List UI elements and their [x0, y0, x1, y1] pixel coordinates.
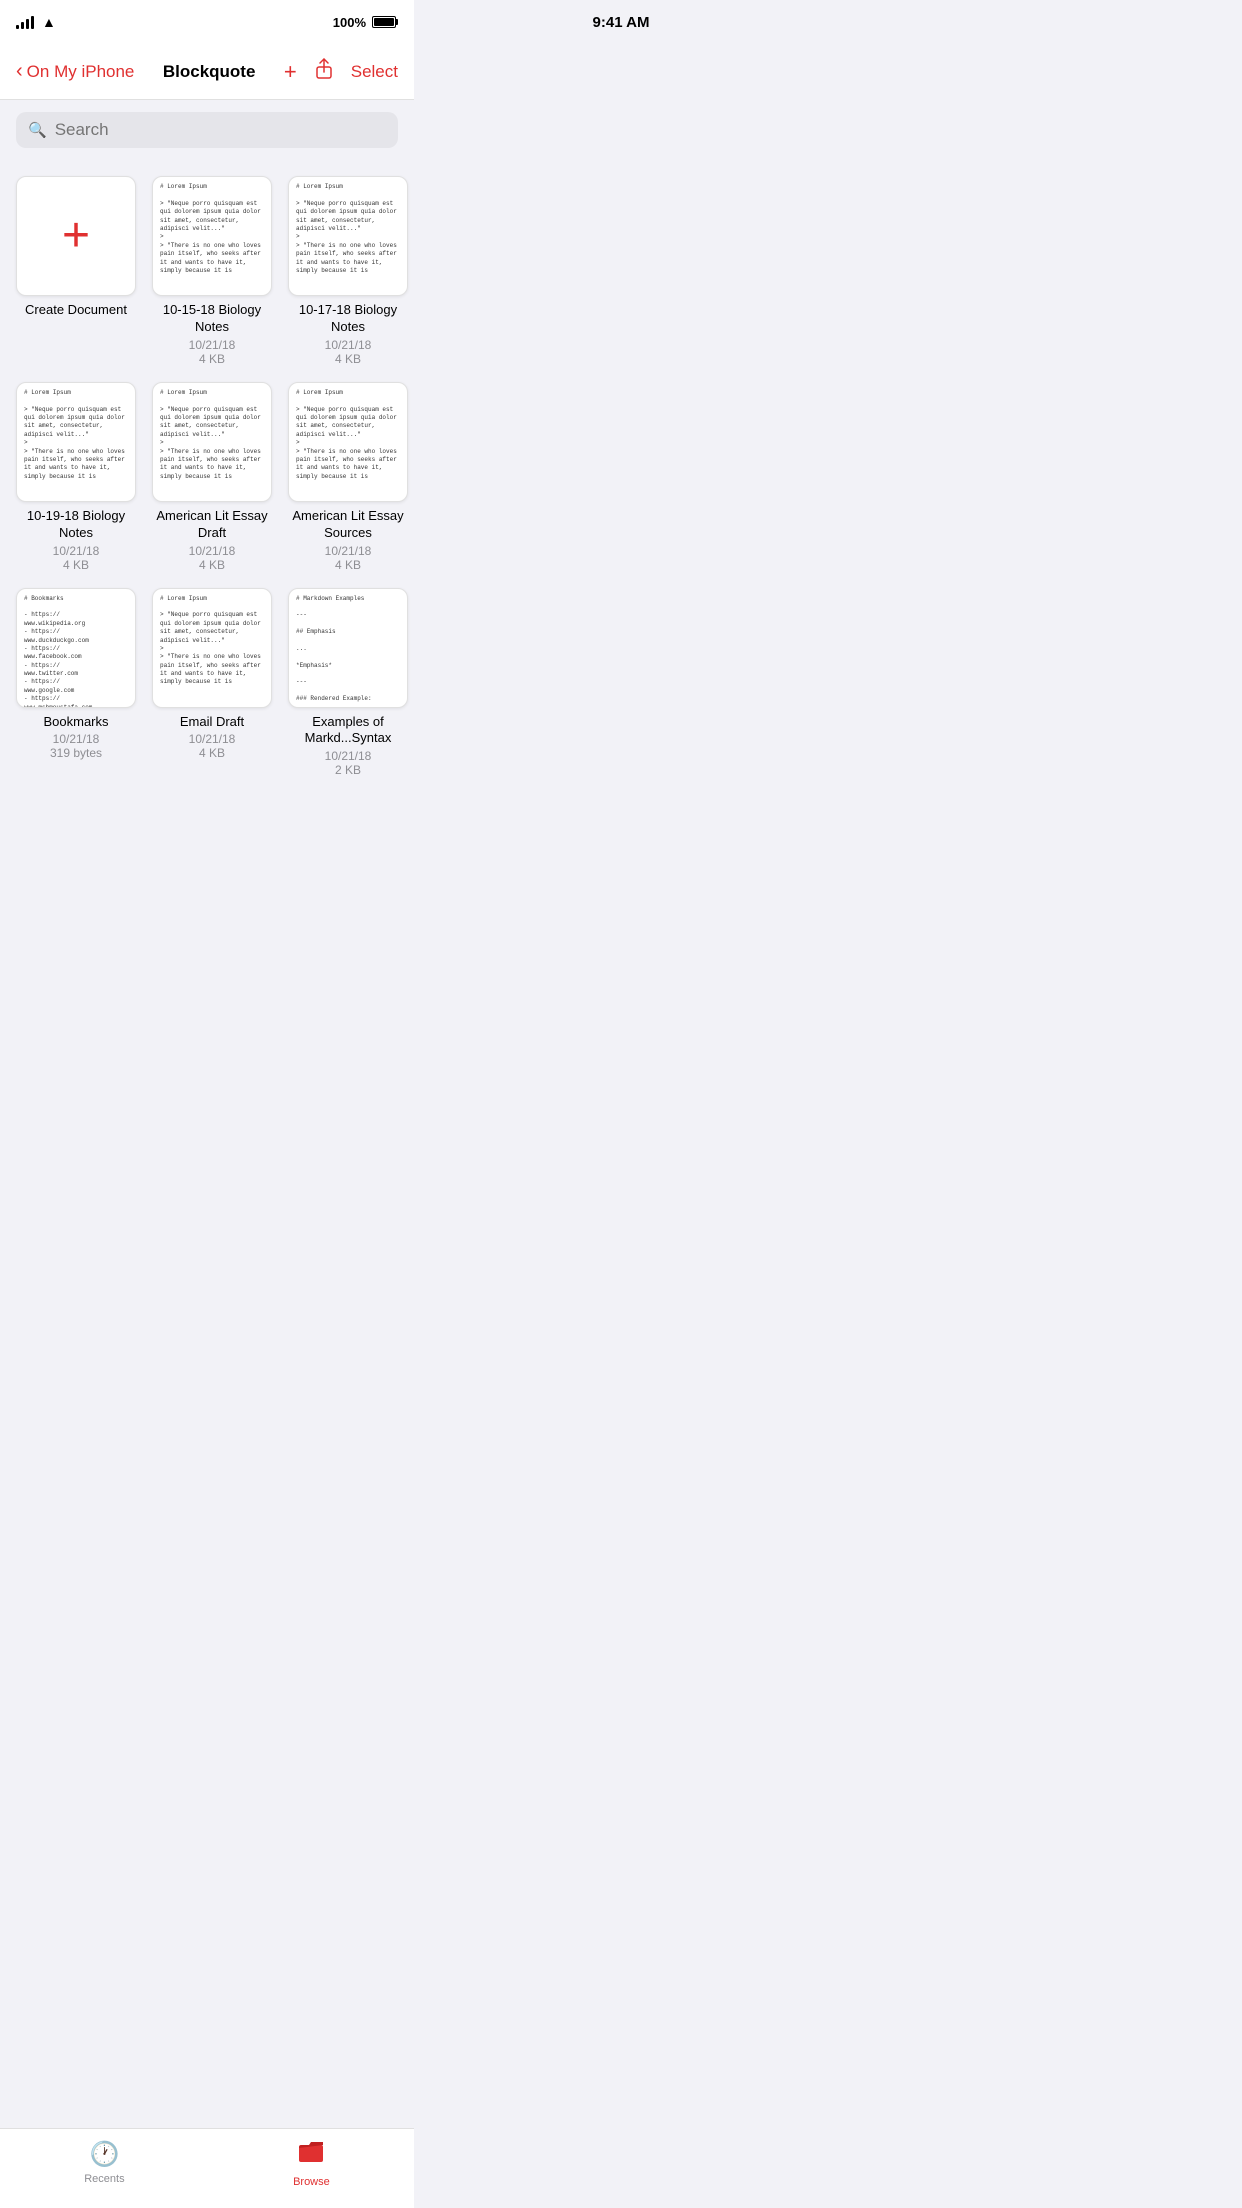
file-item-bookmarks[interactable]: # Bookmarks - https:// www.wikipedia.org… — [16, 588, 136, 778]
file-thumbnail-bio2: # Lorem Ipsum > "Neque porro quisquam es… — [288, 176, 408, 296]
file-thumbnail-create: + — [16, 176, 136, 296]
search-container: 🔍 — [0, 100, 414, 160]
tab-browse-label: Browse — [293, 2176, 330, 2188]
doc-preview-bio3: # Lorem Ipsum > "Neque porro quisquam es… — [17, 383, 135, 501]
doc-preview-bookmarks: # Bookmarks - https:// www.wikipedia.org… — [17, 589, 135, 707]
doc-preview-amlit2: # Lorem Ipsum > "Neque porro quisquam es… — [289, 383, 407, 501]
file-size-emaildraft: 4 KB — [199, 746, 225, 760]
create-doc-plus-icon: + — [62, 212, 90, 260]
tab-bar: 🕐 Recents Browse — [0, 2128, 414, 2208]
file-size-bookmarks: 319 bytes — [50, 746, 102, 760]
battery-indicator — [372, 16, 398, 28]
signal-bar-4 — [31, 16, 34, 29]
back-arrow-icon: ‹ — [16, 60, 23, 83]
file-thumbnail-bio3: # Lorem Ipsum > "Neque porro quisquam es… — [16, 382, 136, 502]
file-grid: + Create Document # Lorem Ipsum > "Neque p… — [0, 160, 414, 793]
signal-bar-1 — [16, 25, 19, 29]
file-size-amlit2: 4 KB — [335, 558, 361, 572]
recents-icon: 🕐 — [89, 2140, 119, 2169]
browse-icon — [297, 2137, 325, 2172]
search-input[interactable] — [55, 120, 386, 140]
file-name-create: Create Document — [25, 302, 127, 319]
share-button[interactable] — [313, 58, 335, 86]
doc-preview-emaildraft: # Lorem Ipsum > "Neque porro quisquam es… — [153, 589, 271, 707]
file-name-bio2: 10-17-18 Biology Notes — [288, 302, 408, 336]
file-date-emaildraft: 10/21/18 — [189, 732, 236, 746]
file-item-bio2[interactable]: # Lorem Ipsum > "Neque porro quisquam es… — [288, 176, 408, 366]
file-item-amlit1[interactable]: # Lorem Ipsum > "Neque porro quisquam es… — [152, 382, 272, 572]
search-icon: 🔍 — [28, 121, 47, 139]
back-label[interactable]: On My iPhone — [27, 62, 135, 82]
file-name-markdown: Examples of Markd...Syntax — [288, 714, 408, 748]
status-time: 9:41 AM — [593, 14, 650, 31]
doc-preview-amlit1: # Lorem Ipsum > "Neque porro quisquam es… — [153, 383, 271, 501]
file-size-markdown: 2 KB — [335, 763, 361, 777]
file-thumbnail-markdown: # Markdown Examples --- ## Emphasis ... … — [288, 588, 408, 708]
doc-preview-bio1: # Lorem Ipsum > "Neque porro quisquam es… — [153, 177, 271, 295]
file-item-amlit2[interactable]: # Lorem Ipsum > "Neque porro quisquam es… — [288, 382, 408, 572]
file-name-bio3: 10-19-18 Biology Notes — [16, 508, 136, 542]
file-item-markdown[interactable]: # Markdown Examples --- ## Emphasis ... … — [288, 588, 408, 778]
tab-recents[interactable]: 🕐 Recents — [84, 2140, 124, 2185]
signal-bar-3 — [26, 19, 29, 29]
signal-bar-2 — [21, 22, 24, 29]
search-bar: 🔍 — [16, 112, 398, 148]
file-name-bookmarks: Bookmarks — [43, 714, 108, 731]
file-thumbnail-emaildraft: # Lorem Ipsum > "Neque porro quisquam es… — [152, 588, 272, 708]
file-date-bio2: 10/21/18 — [325, 338, 372, 352]
battery-body — [372, 16, 396, 28]
file-name-amlit2: American Lit Essay Sources — [288, 508, 408, 542]
signal-bars — [16, 15, 34, 29]
file-size-bio2: 4 KB — [335, 352, 361, 366]
wifi-icon: ▲ — [42, 14, 56, 30]
file-item-emaildraft[interactable]: # Lorem Ipsum > "Neque porro quisquam es… — [152, 588, 272, 778]
file-name-bio1: 10-15-18 Biology Notes — [152, 302, 272, 336]
select-button[interactable]: Select — [351, 62, 398, 82]
status-left: ▲ — [16, 14, 56, 30]
status-right: 100% — [333, 15, 398, 30]
file-thumbnail-amlit1: # Lorem Ipsum > "Neque porro quisquam es… — [152, 382, 272, 502]
file-date-bio1: 10/21/18 — [189, 338, 236, 352]
nav-bar: ‹ On My iPhone Blockquote + Select — [0, 44, 414, 100]
status-bar: ▲ 9:41 AM 100% — [0, 0, 414, 44]
file-name-emaildraft: Email Draft — [180, 714, 244, 731]
file-date-amlit2: 10/21/18 — [325, 544, 372, 558]
file-date-amlit1: 10/21/18 — [189, 544, 236, 558]
file-size-bio3: 4 KB — [63, 558, 89, 572]
file-thumbnail-amlit2: # Lorem Ipsum > "Neque porro quisquam es… — [288, 382, 408, 502]
add-button[interactable]: + — [284, 59, 297, 85]
battery-fill — [374, 18, 394, 26]
doc-preview-markdown: # Markdown Examples --- ## Emphasis ... … — [289, 589, 407, 707]
file-item-bio3[interactable]: # Lorem Ipsum > "Neque porro quisquam es… — [16, 382, 136, 572]
file-date-bio3: 10/21/18 — [53, 544, 100, 558]
file-item-bio1[interactable]: # Lorem Ipsum > "Neque porro quisquam es… — [152, 176, 272, 366]
file-date-markdown: 10/21/18 — [325, 749, 372, 763]
doc-preview-bio2: # Lorem Ipsum > "Neque porro quisquam es… — [289, 177, 407, 295]
tab-browse[interactable]: Browse — [293, 2137, 330, 2188]
nav-back-group[interactable]: ‹ On My iPhone — [16, 60, 134, 83]
tab-recents-label: Recents — [84, 2173, 124, 2185]
battery-percent: 100% — [333, 15, 366, 30]
file-thumbnail-bio1: # Lorem Ipsum > "Neque porro quisquam es… — [152, 176, 272, 296]
file-name-amlit1: American Lit Essay Draft — [152, 508, 272, 542]
nav-actions: + Select — [284, 58, 398, 86]
nav-title: Blockquote — [163, 62, 256, 82]
file-item-create[interactable]: + Create Document — [16, 176, 136, 366]
file-size-amlit1: 4 KB — [199, 558, 225, 572]
file-thumbnail-bookmarks: # Bookmarks - https:// www.wikipedia.org… — [16, 588, 136, 708]
file-date-bookmarks: 10/21/18 — [53, 732, 100, 746]
file-size-bio1: 4 KB — [199, 352, 225, 366]
battery-tip — [396, 19, 398, 25]
